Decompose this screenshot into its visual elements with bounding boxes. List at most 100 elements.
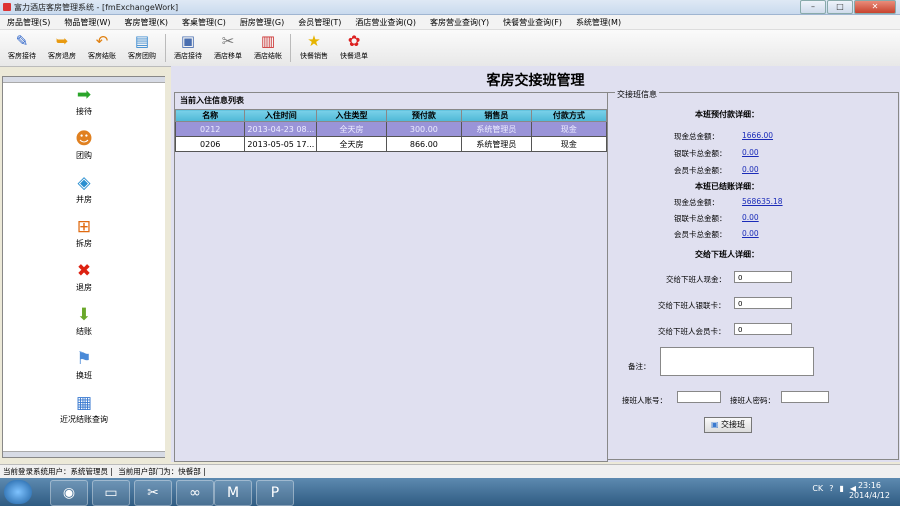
- menu-item[interactable]: 客房营业查询(Y): [423, 15, 496, 29]
- menu-item[interactable]: 会员管理(T): [291, 15, 348, 29]
- table-cell: 2013-05-05 17...: [244, 136, 318, 152]
- password-label: 接班人密码：: [730, 396, 775, 405]
- toolbar-hotel-settle-button[interactable]: ▥ 酒店结帐: [248, 32, 288, 64]
- prepay-union-label: 银联卡总金额：: [674, 149, 727, 158]
- toolbar-checkout-button[interactable]: ➥ 客房退房: [42, 32, 82, 64]
- column-header[interactable]: 付款方式: [530, 109, 608, 122]
- next-cash-label: 交给下班人现金：: [666, 275, 726, 284]
- table-cell: 全天房: [316, 136, 387, 152]
- chrome-taskbar-icon[interactable]: ◉: [50, 480, 88, 506]
- maximize-button[interactable]: □: [827, 0, 853, 14]
- sidebar-item-checkin[interactable]: ➡ 接待: [3, 85, 165, 117]
- sidebar-item-settle[interactable]: ⬇ 结账: [3, 305, 165, 337]
- sidebar: ➡ 接待 ☻ 团购 ◈ 并房 ⊞ 拆房 ✖ 退房 ⬇ 结账 ⚑ 换班 ▦ 近况结账查询: [2, 76, 166, 458]
- explorer-taskbar-icon[interactable]: ▭: [92, 480, 130, 506]
- taskbar-clock[interactable]: 23:16 2014/4/12: [849, 481, 890, 501]
- pen-icon: ✎: [15, 32, 29, 50]
- toolbar-fastfood-refund-button[interactable]: ✿ 快餐退单: [334, 32, 374, 64]
- network-icon[interactable]: ▮: [839, 484, 843, 493]
- menu-item[interactable]: 客房管理(K): [117, 15, 175, 29]
- app-taskbar-icon[interactable]: ∞: [176, 480, 214, 506]
- table-cell: 300.00: [385, 121, 463, 137]
- start-button[interactable]: [4, 480, 32, 504]
- close-button[interactable]: ✕: [854, 0, 896, 14]
- page-title: 客房交接班管理: [486, 73, 585, 89]
- hierarchy-icon: ⊞: [76, 217, 92, 237]
- settled-title: 本班已结账详细：: [695, 182, 759, 191]
- status-user: 当前登录系统用户：系统管理员 |: [3, 467, 116, 476]
- table-cell: 系统管理员: [461, 136, 532, 152]
- menu-item[interactable]: 客桌管理(C): [175, 15, 233, 29]
- toolbar-move-order-button[interactable]: ✂ 酒店移单: [208, 32, 248, 64]
- window-titlebar: 富力酒店客房管理系统 - [fmExchangeWork] – □ ✕: [0, 0, 900, 15]
- next-union-input[interactable]: 0: [734, 297, 792, 309]
- sidebar-item-split[interactable]: ⊞ 拆房: [3, 217, 165, 249]
- account-label: 接班人账号：: [622, 396, 667, 405]
- cubes-icon: ◈: [77, 173, 91, 193]
- handover-submit-button[interactable]: ▣ 交接班: [704, 417, 752, 433]
- menu-item[interactable]: 厨房管理(G): [233, 15, 291, 29]
- clock-date: 2014/4/12: [848, 491, 890, 500]
- media-taskbar-icon[interactable]: M: [214, 480, 252, 506]
- check-icon: ▣: [710, 420, 722, 429]
- remark-textarea[interactable]: [660, 347, 814, 376]
- next-title: 交给下班人详细：: [695, 250, 759, 259]
- star-icon: ★: [307, 32, 321, 50]
- grid-icon: ▦: [75, 393, 93, 413]
- sidebar-item-checkout[interactable]: ✖ 退房: [3, 261, 165, 293]
- toolbar-settle-button[interactable]: ↶ 客房结账: [82, 32, 122, 64]
- column-header[interactable]: 销售员: [461, 109, 532, 122]
- sidebar-scroll-top[interactable]: [3, 77, 165, 83]
- menu-item[interactable]: 房品管理(S): [0, 15, 57, 29]
- account-input[interactable]: [677, 391, 721, 403]
- books-icon: ▥: [260, 32, 276, 50]
- next-cash-input[interactable]: 0: [734, 271, 792, 283]
- prepay-cash-value[interactable]: 1666.00: [742, 131, 773, 140]
- menu-item[interactable]: 系统管理(M): [569, 15, 628, 29]
- column-header[interactable]: 入住类型: [316, 109, 387, 122]
- card-icon: ▣: [180, 32, 196, 50]
- toolbar-checkin-button[interactable]: ✎ 客房接待: [2, 32, 42, 64]
- password-input[interactable]: [781, 391, 829, 403]
- toolbar-fastfood-sale-button[interactable]: ★ 快餐销售: [294, 32, 334, 64]
- ime-label[interactable]: CK: [812, 484, 823, 493]
- photoshop-taskbar-icon[interactable]: P: [256, 480, 294, 506]
- table-row[interactable]: 0212 2013-04-23 08... 全天房 300.00 系统管理员 现…: [174, 121, 608, 137]
- prepay-cash-label: 现金总金额：: [674, 132, 719, 141]
- toolbar-group-button[interactable]: ▤ 客房团购: [122, 32, 162, 64]
- minimize-button[interactable]: –: [800, 0, 826, 14]
- toolbar: ✎ 客房接待 ➥ 客房退房 ↶ 客房结账 ▤ 客房团购 ▣ 酒店接待 ✂ 酒店移单 ▥ 酒店结…: [0, 30, 900, 67]
- menu-item[interactable]: 物品管理(W): [57, 15, 117, 29]
- sidebar-item-merge[interactable]: ◈ 并房: [3, 173, 165, 205]
- download-icon: ⬇: [76, 305, 92, 325]
- tools-taskbar-icon[interactable]: ✂: [134, 480, 172, 506]
- menu-item[interactable]: 酒店营业查询(Q): [348, 15, 423, 29]
- next-member-input[interactable]: 0: [734, 323, 792, 335]
- column-header[interactable]: 预付款: [385, 109, 463, 122]
- settled-union-value[interactable]: 0.00: [742, 213, 759, 222]
- sidebar-scroll-bottom[interactable]: [3, 451, 165, 457]
- settled-union-label: 银联卡总金额：: [674, 214, 727, 223]
- settled-member-value[interactable]: 0.00: [742, 229, 759, 238]
- table-cell: 866.00: [385, 136, 463, 152]
- settled-cash-value[interactable]: 568635.18: [742, 197, 783, 206]
- help-icon[interactable]: ?: [829, 484, 833, 493]
- sidebar-item-group[interactable]: ☻ 团购: [3, 129, 165, 161]
- column-header[interactable]: 入住时间: [244, 109, 318, 122]
- settled-cash-label: 现金总金额：: [674, 198, 719, 207]
- table-cell: 现金: [530, 121, 608, 137]
- next-member-label: 交给下班人会员卡：: [658, 327, 726, 336]
- menu-item[interactable]: 快餐营业查询(F): [496, 15, 569, 29]
- taskbar: ◉ ▭ ✂ ∞ M P CK ? ▮ ◀ 23:16 2014/4/12: [0, 478, 900, 506]
- next-union-label: 交给下班人银联卡：: [658, 301, 726, 310]
- column-header[interactable]: 名称: [174, 109, 246, 122]
- remark-label: 备注：: [628, 362, 651, 371]
- toolbar-hotel-reception-button[interactable]: ▣ 酒店接待: [168, 32, 208, 64]
- sidebar-item-recent-query[interactable]: ▦ 近况结账查询: [3, 393, 165, 425]
- prepay-member-value[interactable]: 0.00: [742, 165, 759, 174]
- tools-icon: ✂: [221, 32, 235, 50]
- prepay-union-value[interactable]: 0.00: [742, 148, 759, 157]
- table-row[interactable]: 0206 2013-05-05 17... 全天房 866.00 系统管理员 现…: [174, 136, 608, 152]
- sidebar-item-shift[interactable]: ⚑ 换班: [3, 349, 165, 381]
- list-caption: 当前入住信息列表: [180, 96, 244, 105]
